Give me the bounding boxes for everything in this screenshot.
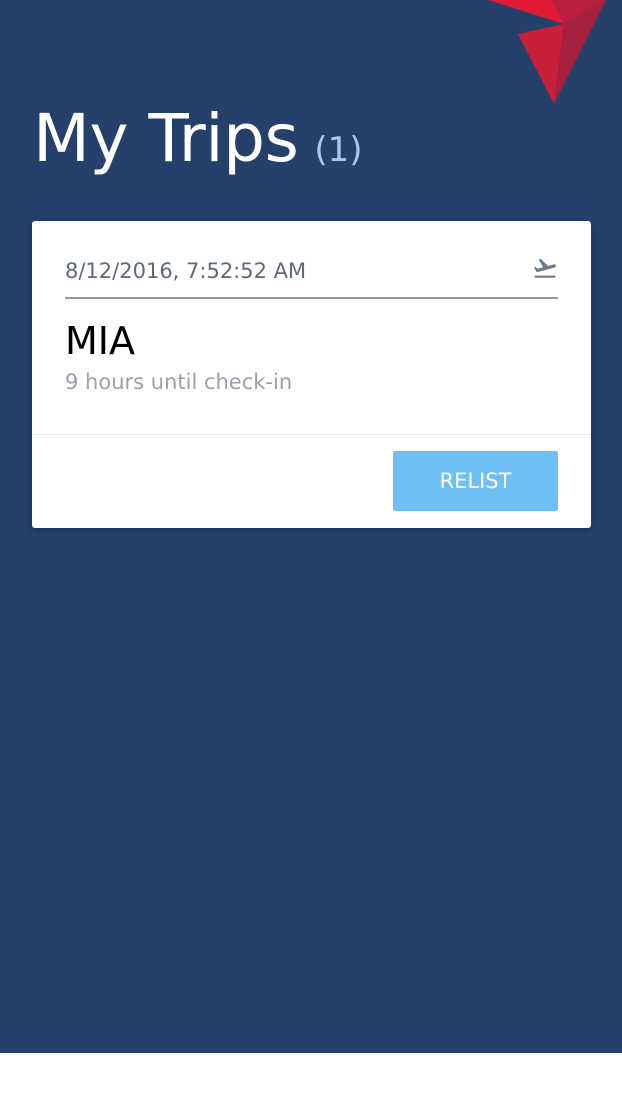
page-title-text: My Trips <box>33 100 299 177</box>
trip-datetime: 8/12/2016, 7:52:52 AM <box>65 259 307 283</box>
trip-count-badge: (1) <box>314 130 363 170</box>
delta-logo-icon <box>488 0 606 104</box>
relist-button[interactable]: RELIST <box>393 451 558 511</box>
page-title: My Trips (1) <box>33 106 363 196</box>
airplane-takeoff-icon <box>533 258 556 278</box>
trip-card-header: 8/12/2016, 7:52:52 AM <box>65 255 558 299</box>
checkin-status: 9 hours until check-in <box>65 370 293 394</box>
card-divider <box>32 434 591 435</box>
trip-card[interactable]: 8/12/2016, 7:52:52 AM MIA 9 hours until … <box>32 221 591 528</box>
trip-destination: MIA <box>65 319 135 363</box>
app-screen: My Trips (1) 8/12/2016, 7:52:52 AM MIA 9… <box>0 0 622 1053</box>
